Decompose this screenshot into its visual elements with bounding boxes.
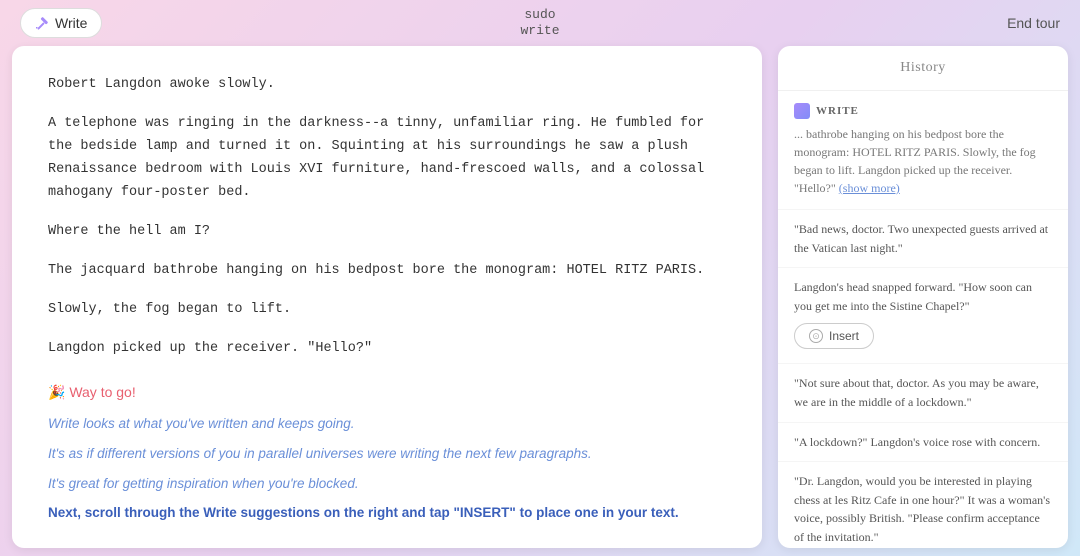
logo-text: sudo write (520, 7, 559, 38)
editor-p5: Slowly, the fog began to lift. (48, 299, 726, 322)
end-tour-button[interactable]: End tour (1007, 15, 1060, 31)
tutorial-title: 🎉 Way to go! (48, 384, 726, 401)
history-quote-block-4: "A lockdown?" Langdon's voice rose with … (778, 423, 1068, 463)
history-panel[interactable]: History WRITE ... bathrobe hanging on hi… (778, 46, 1068, 548)
write-button[interactable]: Write (20, 8, 102, 38)
tutorial-line2: It's as if different versions of you in … (48, 443, 726, 465)
history-quote-block-2: Langdon's head snapped forward. "How soo… (778, 268, 1068, 364)
history-quote-block-5: "Dr. Langdon, would you be interested in… (778, 462, 1068, 548)
history-quote-block-1: "Bad news, doctor. Two unexpected guests… (778, 210, 1068, 268)
history-quote-2: Langdon's head snapped forward. "How soo… (794, 278, 1052, 315)
history-write-block: WRITE ... bathrobe hanging on his bedpos… (778, 91, 1068, 210)
pencil-icon (35, 16, 49, 30)
editor-p4: The jacquard bathrobe hanging on his bed… (48, 260, 726, 283)
history-quote-block-3: "Not sure about that, doctor. As you may… (778, 364, 1068, 422)
editor-p1: Robert Langdon awoke slowly. (48, 74, 726, 97)
history-quote-4: "A lockdown?" Langdon's voice rose with … (794, 433, 1052, 452)
history-quote-5: "Dr. Langdon, would you be interested in… (794, 472, 1052, 546)
editor-panel: Robert Langdon awoke slowly. A telephone… (12, 46, 762, 548)
editor-p6: Langdon picked up the receiver. "Hello?" (48, 338, 726, 361)
history-quote-3: "Not sure about that, doctor. As you may… (794, 374, 1052, 411)
history-write-text: ... bathrobe hanging on his bedpost bore… (794, 125, 1052, 197)
tutorial-line1: Write looks at what you've written and k… (48, 413, 726, 435)
write-icon-small (794, 103, 810, 119)
editor-p3: Where the hell am I? (48, 221, 726, 244)
insert-button-1[interactable]: ⊙ Insert (794, 323, 874, 349)
show-more-link[interactable]: (show more) (839, 181, 900, 195)
editor-p2: A telephone was ringing in the darkness-… (48, 113, 726, 205)
main-layout: Robert Langdon awoke slowly. A telephone… (0, 46, 1080, 556)
insert-icon-1: ⊙ (809, 329, 823, 343)
tutorial-line3: It's great for getting inspiration when … (48, 473, 726, 495)
write-label-text: WRITE (816, 105, 859, 117)
history-quote-1: "Bad news, doctor. Two unexpected guests… (794, 220, 1052, 257)
top-bar: Write sudo write End tour (0, 0, 1080, 46)
write-btn-label: Write (55, 15, 87, 31)
tutorial-section: 🎉 Way to go! Write looks at what you've … (48, 384, 726, 523)
history-header: History (778, 46, 1068, 91)
logo: sudo write (520, 7, 559, 38)
tutorial-cta: Next, scroll through the Write suggestio… (48, 502, 726, 524)
history-write-label: WRITE (794, 103, 1052, 119)
editor-content: Robert Langdon awoke slowly. A telephone… (48, 74, 726, 360)
